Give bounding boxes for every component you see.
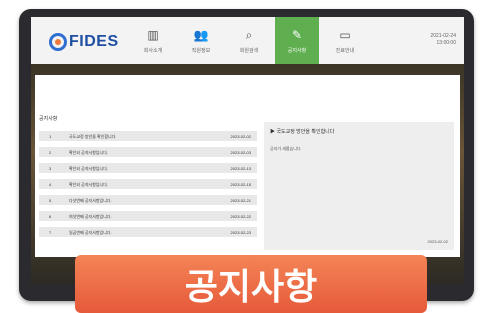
- row-number: 1: [49, 134, 52, 139]
- nav-label: 진료안내: [335, 47, 355, 54]
- row-date: 2023-02-03: [230, 150, 251, 155]
- row-title: 일곱번째 공지사항입니다.: [69, 230, 112, 235]
- nav-item-staff[interactable]: 👥 직원정보: [179, 17, 223, 64]
- row-number: 4: [49, 182, 52, 187]
- row-number: 3: [49, 166, 52, 171]
- nav-label: 직원정보: [191, 47, 211, 54]
- search-icon: ⌕: [245, 27, 253, 42]
- nav-item-search[interactable]: ⌕ 회원검색: [227, 17, 271, 64]
- notice-banner: 공지사항: [75, 255, 427, 313]
- detail-date: 2023-02-02: [427, 239, 448, 244]
- time-text: 13:00:00: [436, 40, 456, 46]
- row-date: 2023-02-02: [230, 134, 251, 139]
- row-title: 확인되 공지사항입니다.: [69, 182, 109, 187]
- row-title: 확인되 공지사항입니다.: [69, 150, 109, 155]
- monitor-icon: ▭: [339, 27, 351, 42]
- detail-body: 공지가 새롭습니다.: [270, 146, 302, 151]
- detail-heading-text: 국도교정 방안을 확인합니다: [276, 129, 335, 135]
- notice-panel: 공지사항 1 국도교정 방안을 확인합니다 2023-02-02 2 확인되 공…: [35, 75, 460, 257]
- nav-label: 공지사항: [287, 47, 307, 54]
- row-number: 5: [49, 198, 52, 203]
- row-date: 2023-02-22: [230, 214, 251, 219]
- logo-text: FIDES: [69, 33, 119, 50]
- row-title: 확인되 공지사항입니다.: [69, 166, 109, 171]
- nav-label: 회사소개: [143, 47, 163, 54]
- table-row[interactable]: 5 다섯번째 공지사항입니다. 2023-02-21: [39, 195, 257, 205]
- row-date: 2023-02-23: [230, 230, 251, 235]
- row-date: 2023-02-15: [230, 182, 251, 187]
- nav-item-company[interactable]: ▥ 회사소개: [131, 17, 175, 64]
- nav-item-notice[interactable]: ✎ 공지사항: [275, 17, 319, 64]
- people-icon: 👥: [193, 27, 209, 42]
- row-title: 여섯번째 공지사항입니다.: [69, 214, 112, 219]
- row-title: 다섯번째 공지사항입니다.: [69, 198, 112, 203]
- table-row[interactable]: 2 확인되 공지사항입니다. 2023-02-03: [39, 147, 257, 157]
- datetime-display: 2021-02-24 13:00:00: [430, 33, 456, 47]
- date-text: 2021-02-24: [430, 33, 456, 39]
- page-title: 공지사항: [39, 116, 58, 122]
- notice-detail-panel: ▶ 국도교정 방안을 확인합니다 공지가 새롭습니다. 2023-02-02: [264, 122, 454, 250]
- row-number: 6: [49, 214, 52, 219]
- table-row[interactable]: 6 여섯번째 공지사항입니다. 2023-02-22: [39, 211, 257, 221]
- row-number: 7: [49, 230, 52, 235]
- building-icon: ▥: [147, 27, 159, 42]
- fides-logo[interactable]: FIDES: [49, 32, 119, 52]
- screen: FIDES ▥ 회사소개 👥 직원정보 ⌕ 회원검색 ✎ 공지사항 ▭ 진료안내…: [31, 17, 464, 285]
- nav-item-guide[interactable]: ▭ 진료안내: [323, 17, 367, 64]
- table-row[interactable]: 7 일곱번째 공지사항입니다. 2023-02-23: [39, 227, 257, 237]
- detail-heading: ▶ 국도교정 방안을 확인합니다: [270, 129, 335, 135]
- row-date: 2023-02-21: [230, 198, 251, 203]
- table-row[interactable]: 3 확인되 공지사항입니다. 2023-02-13: [39, 163, 257, 173]
- row-title: 국도교정 방안을 확인합니다: [69, 134, 116, 139]
- notice-icon: ✎: [291, 27, 303, 42]
- table-row[interactable]: 4 확인되 공지사항입니다. 2023-02-15: [39, 179, 257, 189]
- logo-mark-icon: [49, 33, 67, 51]
- top-navigation-bar: FIDES ▥ 회사소개 👥 직원정보 ⌕ 회원검색 ✎ 공지사항 ▭ 진료안내…: [31, 17, 464, 65]
- table-row[interactable]: 1 국도교정 방안을 확인합니다 2023-02-02: [39, 131, 257, 141]
- row-date: 2023-02-13: [230, 166, 251, 171]
- row-number: 2: [49, 150, 52, 155]
- nav-label: 회원검색: [239, 47, 259, 54]
